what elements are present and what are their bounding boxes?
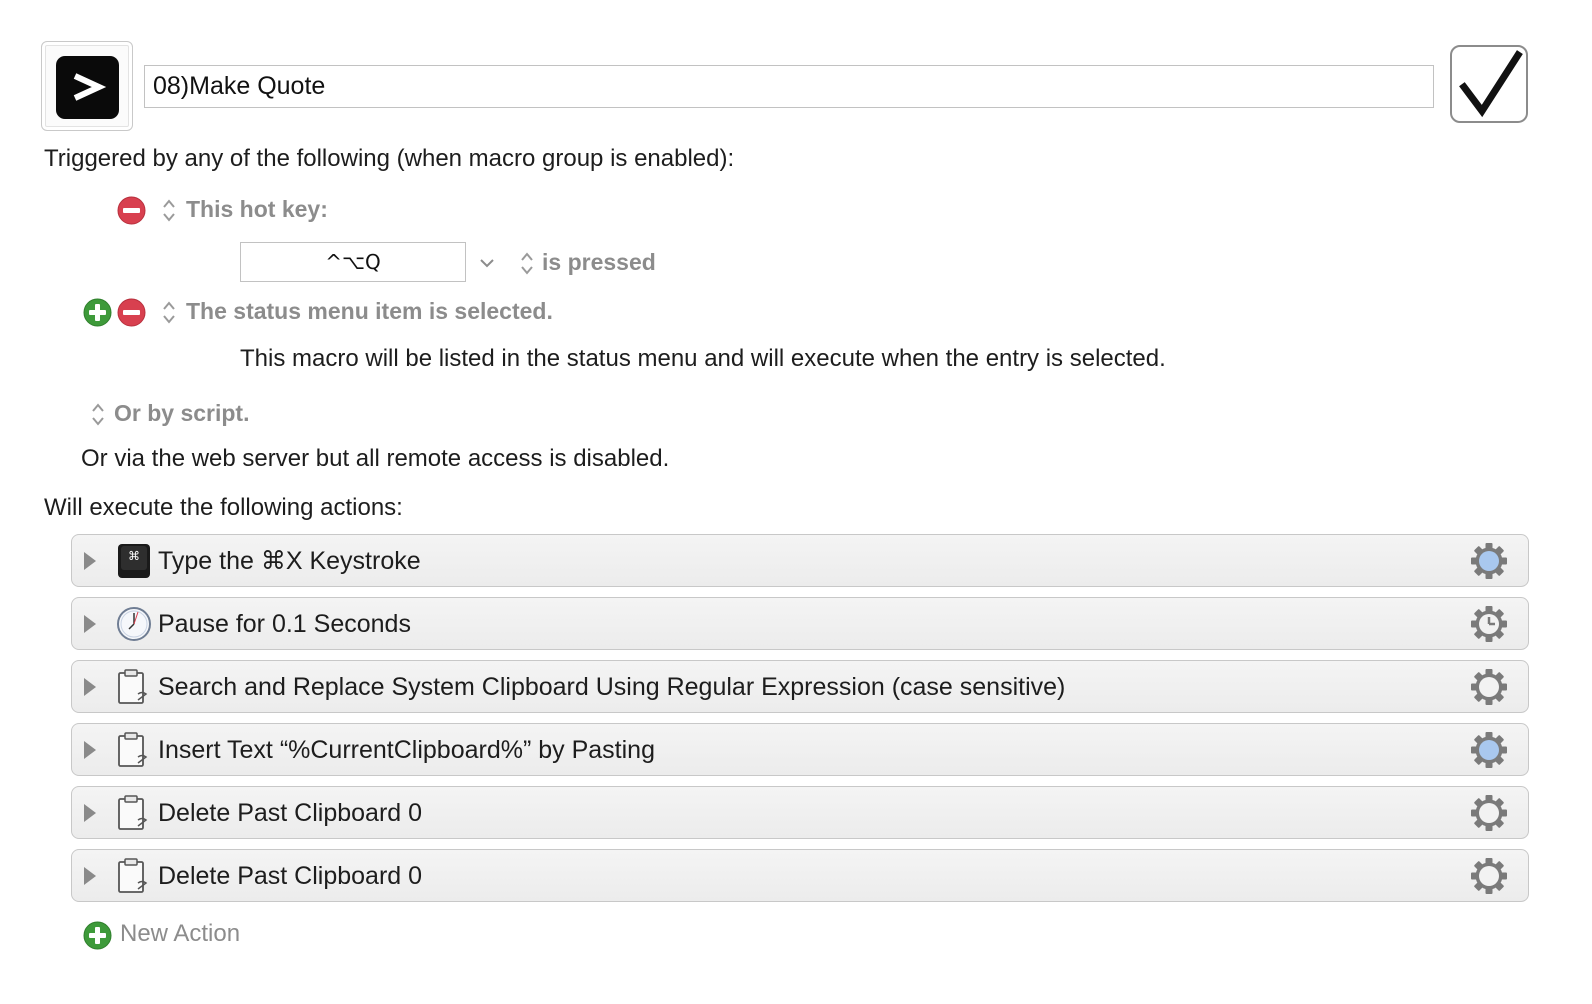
plus-circle-icon (83, 298, 112, 327)
clock-icon (117, 607, 151, 641)
disclosure-triangle-icon[interactable] (82, 613, 98, 635)
web-server-note: Or via the web server but all remote acc… (81, 445, 670, 472)
gear-clock-icon[interactable] (1469, 604, 1509, 644)
macro-editor: 08)Make Quote Triggered by any of the fo… (0, 0, 1592, 1004)
script-trigger-popup-icon[interactable] (90, 401, 106, 428)
action-label: Insert Text “%CurrentClipboard%” by Past… (158, 736, 655, 764)
chevron-down-icon[interactable] (479, 256, 495, 270)
gear-icon[interactable] (1469, 667, 1509, 707)
add-trigger-button[interactable] (83, 298, 112, 327)
gear-icon[interactable] (1469, 856, 1509, 896)
action-label: Search and Replace System Clipboard Usin… (158, 673, 1066, 701)
checkmark-icon (1459, 50, 1523, 118)
action-row[interactable]: Insert Text “%CurrentClipboard%” by Past… (71, 723, 1529, 776)
hotkey-trigger-label: This hot key: (186, 196, 328, 222)
gear-icon[interactable] (1469, 793, 1509, 833)
action-row[interactable]: Delete Past Clipboard 0 (71, 786, 1529, 839)
disclosure-triangle-icon[interactable] (82, 739, 98, 761)
clipboard-icon (118, 732, 148, 767)
minus-circle-icon (117, 298, 146, 327)
trigger-type-popup-icon[interactable] (161, 197, 177, 224)
keystroke-icon: ⌘ (118, 544, 150, 578)
hotkey-state-label[interactable]: is pressed (542, 249, 656, 276)
action-row[interactable]: Search and Replace System Clipboard Usin… (71, 660, 1529, 713)
macro-enabled-checkbox[interactable] (1450, 45, 1528, 123)
minus-circle-icon (117, 196, 146, 225)
status-menu-trigger-label: The status menu item is selected. (186, 298, 553, 324)
triggers-heading: Triggered by any of the following (when … (44, 145, 735, 172)
plus-circle-icon (83, 921, 112, 950)
disclosure-triangle-icon[interactable] (82, 550, 98, 572)
action-label: Pause for 0.1 Seconds (158, 610, 411, 638)
gear-icon[interactable] (1469, 541, 1509, 581)
clipboard-icon (118, 795, 148, 830)
actions-heading: Will execute the following actions: (44, 494, 403, 521)
svg-text:⌘: ⌘ (128, 549, 140, 563)
action-row[interactable]: Delete Past Clipboard 0 (71, 849, 1529, 902)
hotkey-state-popup-icon[interactable] (519, 250, 535, 277)
new-action-label[interactable]: New Action (120, 920, 240, 948)
action-row[interactable]: Pause for 0.1 Seconds (71, 597, 1529, 650)
disclosure-triangle-icon[interactable] (82, 865, 98, 887)
hotkey-field[interactable]: ^⌥Q (240, 242, 466, 282)
macro-name-field[interactable]: 08)Make Quote (144, 65, 1434, 108)
remove-hotkey-trigger-button[interactable] (117, 196, 146, 225)
gear-icon[interactable] (1469, 730, 1509, 770)
clipboard-icon (118, 858, 148, 893)
action-label: Delete Past Clipboard 0 (158, 862, 423, 890)
new-action-button[interactable] (83, 921, 112, 950)
action-label: Type the ⌘X Keystroke (158, 547, 421, 575)
disclosure-triangle-icon[interactable] (82, 802, 98, 824)
status-menu-note: This macro will be listed in the status … (240, 345, 1166, 372)
clipboard-icon (118, 669, 148, 704)
trigger-type-popup-icon[interactable] (161, 299, 177, 326)
terminal-icon (56, 56, 119, 119)
remove-status-menu-trigger-button[interactable] (117, 298, 146, 327)
action-row[interactable]: ⌘ Type the ⌘X Keystroke (71, 534, 1529, 587)
script-trigger-label[interactable]: Or by script. (114, 400, 249, 427)
disclosure-triangle-icon[interactable] (82, 676, 98, 698)
action-label: Delete Past Clipboard 0 (158, 799, 423, 827)
macro-icon-well[interactable] (41, 41, 133, 131)
